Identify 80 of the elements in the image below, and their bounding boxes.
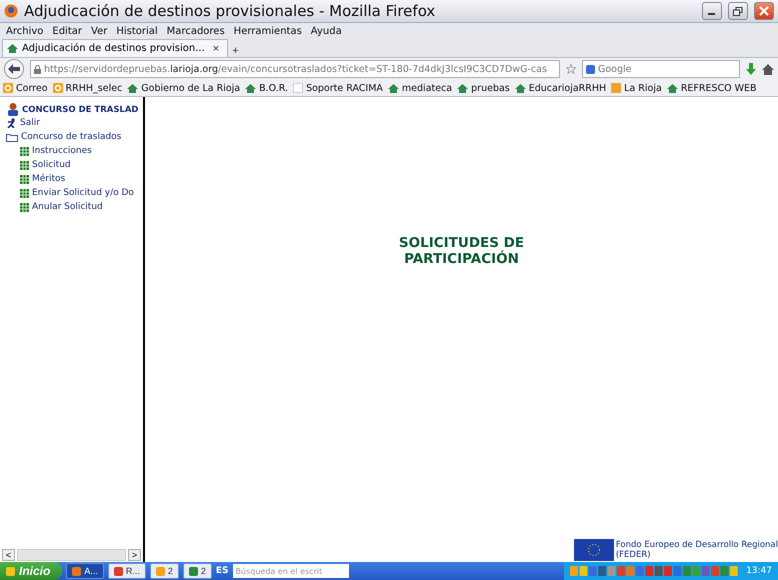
browser-logo-icon [4, 4, 18, 18]
close-tab-button[interactable]: × [208, 42, 224, 54]
app-icon [156, 566, 165, 576]
language-indicator[interactable]: ES [216, 566, 229, 576]
taskbar-button[interactable]: A... [66, 563, 104, 579]
back-arrow-icon [8, 64, 20, 74]
search-placeholder: Google [598, 64, 632, 74]
back-button[interactable] [4, 59, 24, 79]
house-icon [514, 84, 526, 92]
tree-item[interactable]: Concurso de traslados [6, 130, 143, 144]
tree-item[interactable]: Anular Solicitud [6, 200, 143, 214]
tree-item[interactable]: Solicitud [6, 158, 143, 172]
home-icon[interactable] [762, 64, 774, 74]
grid-icon [20, 188, 29, 198]
lock-icon [34, 64, 41, 74]
scroll-left-button[interactable]: < [2, 549, 15, 561]
app-icon [188, 566, 198, 576]
scrollbar-track[interactable] [17, 549, 126, 561]
grid-icon [20, 160, 29, 170]
sidebar-title: CONCURSO DE TRASLAD [22, 104, 138, 114]
scroll-right-button[interactable]: > [128, 549, 141, 561]
close-button[interactable] [754, 2, 774, 20]
taskbar-button[interactable]: 2 [182, 563, 212, 579]
menu-item[interactable]: Herramientas [234, 26, 302, 36]
bookmark-item[interactable]: La Rioja [611, 82, 662, 94]
search-field[interactable]: Google [582, 60, 740, 78]
menu-item[interactable]: Historial [116, 26, 158, 36]
house-icon [388, 84, 399, 92]
tab-title: Adjudicación de destinos provision... [22, 43, 205, 54]
close-icon [759, 6, 769, 16]
window-title: Adjudicación de destinos provisionales - Mozilla Firefox [24, 2, 436, 20]
bookmark-item[interactable]: REFRESCO WEB [666, 82, 757, 94]
menu-item[interactable]: Archivo [6, 26, 44, 36]
bookmark-item[interactable]: RRHH_selec [52, 82, 122, 94]
bookmark-item[interactable]: B.O.R. [245, 82, 288, 94]
grid-icon [20, 174, 29, 184]
browser-tab[interactable]: Adjudicación de destinos provision... × [2, 39, 228, 57]
tree-item[interactable]: Salir [6, 116, 143, 130]
url-text: https://servidordepruebas.larioja.org/evain/concursotraslados?ticket=ST-180-7d4dkJ3lcsI9C3CD7DwG-cas [44, 64, 547, 74]
new-tab-button[interactable]: + [228, 45, 243, 57]
house-icon [127, 84, 138, 92]
menu-item[interactable]: Editar [52, 26, 82, 36]
running-person-icon [6, 118, 17, 128]
download-icon[interactable] [746, 63, 756, 75]
minimize-button[interactable] [702, 2, 722, 20]
maximize-button[interactable] [728, 2, 748, 20]
house-icon [245, 84, 256, 92]
taskbar-button[interactable]: R... [108, 563, 146, 579]
search-engine-icon [586, 64, 595, 74]
folder-icon [6, 132, 18, 142]
feed-icon [611, 83, 622, 93]
flag-icon [574, 539, 614, 561]
page-icon [293, 83, 304, 93]
house-icon [7, 44, 18, 53]
star-icon[interactable] [566, 64, 576, 74]
mail-icon [3, 83, 13, 93]
menu-item[interactable]: Ver [91, 26, 108, 36]
page-heading: SOLICITUDES DE PARTICIPACIÓN [398, 235, 524, 267]
bookmark-item[interactable]: Correo [3, 82, 48, 94]
grid-icon [20, 202, 29, 212]
grid-icon [20, 146, 29, 156]
tree-item[interactable]: Méritos [6, 172, 143, 186]
bookmark-item[interactable]: EducariojaRRHH [514, 82, 606, 94]
footer-text: Fondo Europeo de Desarrollo Regional (FEDER) [616, 540, 778, 560]
address-field[interactable]: https://servidordepruebas.larioja.org/evain/concursotraslados?ticket=ST-180-7d4dkJ3lcsI9C3CD7DwG-cas [30, 60, 560, 78]
tree-item[interactable]: Enviar Solicitud y/o Do [6, 186, 143, 200]
bookmark-item[interactable]: mediateca [388, 82, 452, 94]
menu-item[interactable]: Marcadores [166, 26, 225, 36]
clock: 13:47 [746, 566, 772, 576]
restore-icon [733, 6, 743, 16]
menu-item[interactable]: Ayuda [310, 26, 342, 36]
mail-icon [52, 83, 63, 93]
bookmark-item[interactable]: Gobierno de La Rioja [127, 82, 240, 94]
house-icon [666, 84, 678, 92]
tree-item[interactable]: Instrucciones [6, 144, 143, 158]
house-icon [457, 84, 468, 92]
bookmark-item[interactable]: Soporte RACIMA [293, 82, 383, 94]
user-icon [8, 103, 18, 116]
bookmark-item[interactable]: pruebas [457, 82, 510, 94]
taskbar-button[interactable]: 2 [150, 563, 179, 579]
